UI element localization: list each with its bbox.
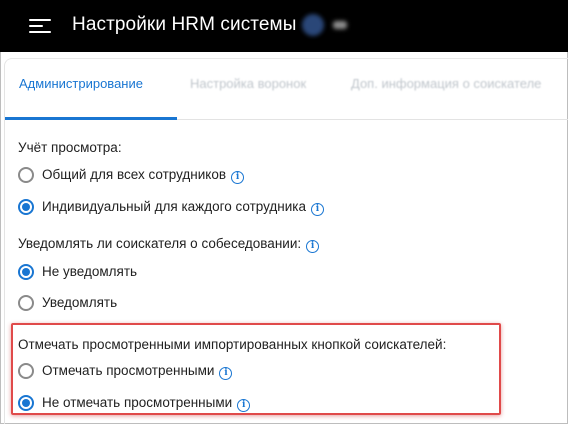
notify-candidate-title: Уведомлять ли соискателя о собеседовании…: [18, 236, 320, 253]
radio-label: Индивидуальный для каждого сотрудника: [42, 199, 307, 214]
menu-icon[interactable]: [29, 17, 51, 37]
radio-button[interactable]: [18, 199, 34, 215]
tab-candidate-extra-info[interactable]: Доп. информация о соискателе: [351, 76, 541, 120]
user-name-redacted: [333, 21, 347, 29]
tab-funnel-settings[interactable]: Настройка воронок: [190, 76, 306, 120]
radio-button[interactable]: [18, 295, 34, 311]
mark-imported-title: Отмечать просмотренными импортированных …: [18, 337, 447, 352]
tab-administration[interactable]: Администрирование: [19, 76, 143, 120]
radio-notify[interactable]: Уведомлять: [18, 293, 218, 315]
radio-button[interactable]: [18, 395, 34, 411]
info-icon[interactable]: i: [231, 171, 245, 184]
radio-label: Уведомлять: [42, 295, 118, 310]
avatar[interactable]: [302, 14, 324, 36]
radio-label: Общий для всех сотрудников: [42, 167, 227, 182]
page-title: Настройки HRM системы: [72, 14, 297, 35]
radio-button[interactable]: [18, 167, 34, 183]
radio-individual-per-employee[interactable]: Индивидуальный для каждого сотрудника i: [18, 197, 348, 219]
radio-label: Не уведомлять: [42, 264, 138, 279]
radio-common-for-all[interactable]: Общий для всех сотрудников i: [18, 165, 278, 187]
radio-label: Не отмечать просмотренными: [42, 395, 233, 410]
info-icon[interactable]: i: [237, 399, 251, 412]
active-tab-indicator: [5, 117, 177, 120]
radio-button[interactable]: [18, 363, 34, 379]
info-icon[interactable]: i: [219, 367, 233, 380]
radio-do-not-notify[interactable]: Не уведомлять: [18, 262, 218, 284]
radio-button[interactable]: [18, 264, 34, 280]
notify-candidate-title-text: Уведомлять ли соискателя о собеседовании…: [18, 236, 302, 251]
info-icon[interactable]: i: [311, 203, 325, 216]
radio-label: Отмечать просмотренными: [42, 363, 215, 378]
radio-mark-viewed[interactable]: Отмечать просмотренными i: [18, 361, 278, 383]
view-tracking-title: Учёт просмотра:: [18, 140, 122, 155]
info-icon[interactable]: i: [306, 240, 320, 253]
radio-do-not-mark-viewed[interactable]: Не отмечать просмотренными i: [18, 393, 298, 415]
top-app-bar: Настройки HRM системы: [0, 0, 568, 52]
tab-bar: Администрирование Настройка воронок Доп.…: [5, 60, 568, 120]
